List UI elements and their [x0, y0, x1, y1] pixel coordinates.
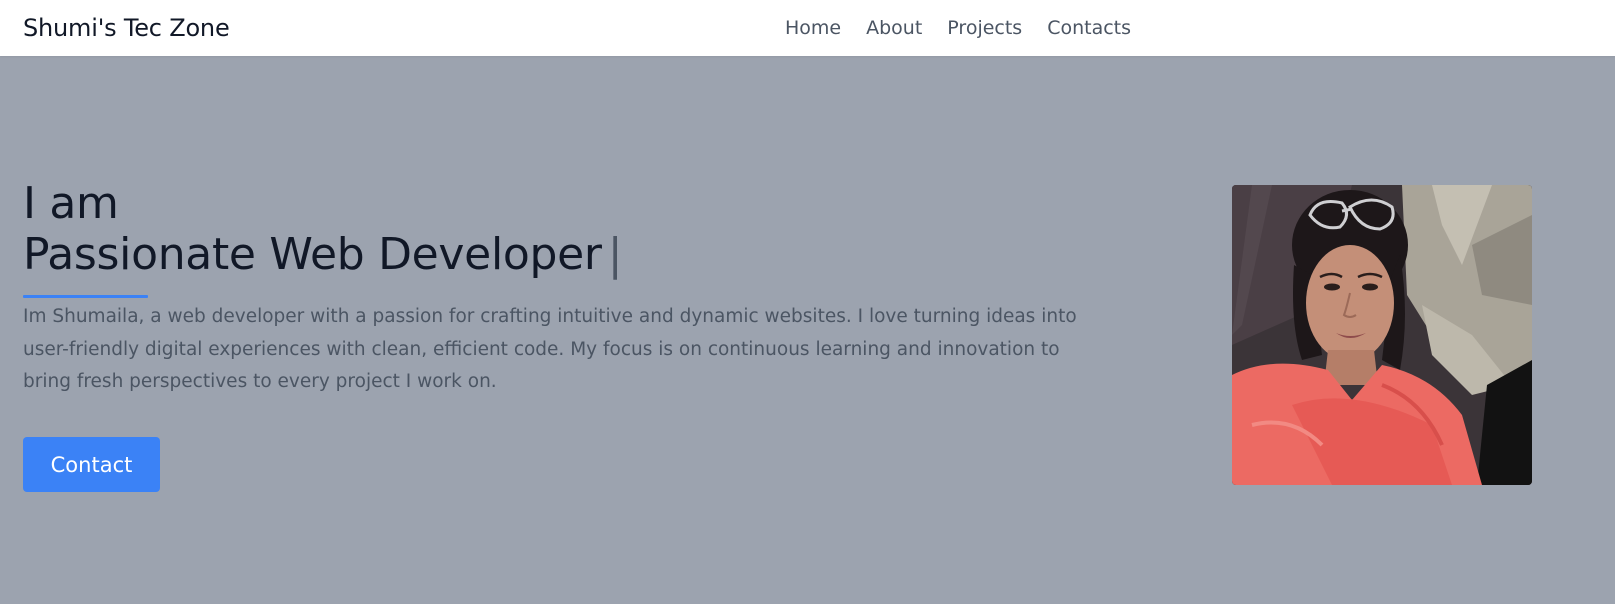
- hero-bio: Im Shumaila, a web developer with a pass…: [23, 306, 1077, 392]
- nav-links: Home About Projects Contacts: [785, 15, 1131, 41]
- nav-link-projects[interactable]: Projects: [947, 15, 1022, 41]
- hero-heading: I am Passionate Web Developer |: [23, 178, 623, 280]
- profile-photo: [1232, 185, 1532, 485]
- typing-cursor: |: [607, 229, 623, 280]
- nav-link-about[interactable]: About: [866, 15, 922, 41]
- contact-button[interactable]: Contact: [23, 437, 160, 492]
- navbar: Shumi's Tec Zone Home About Projects Con…: [0, 0, 1615, 56]
- hero-heading-line2: Passionate Web Developer |: [23, 229, 623, 280]
- typed-role-text: Passionate Web Developer: [23, 229, 602, 280]
- page: Shumi's Tec Zone Home About Projects Con…: [0, 0, 1615, 604]
- heading-underline: [23, 295, 148, 298]
- nav-link-home[interactable]: Home: [785, 15, 841, 41]
- brand-logo[interactable]: Shumi's Tec Zone: [23, 13, 230, 43]
- nav-link-contacts[interactable]: Contacts: [1047, 15, 1131, 41]
- profile-photo-illustration: [1232, 185, 1532, 485]
- hero-heading-line1: I am: [23, 178, 119, 229]
